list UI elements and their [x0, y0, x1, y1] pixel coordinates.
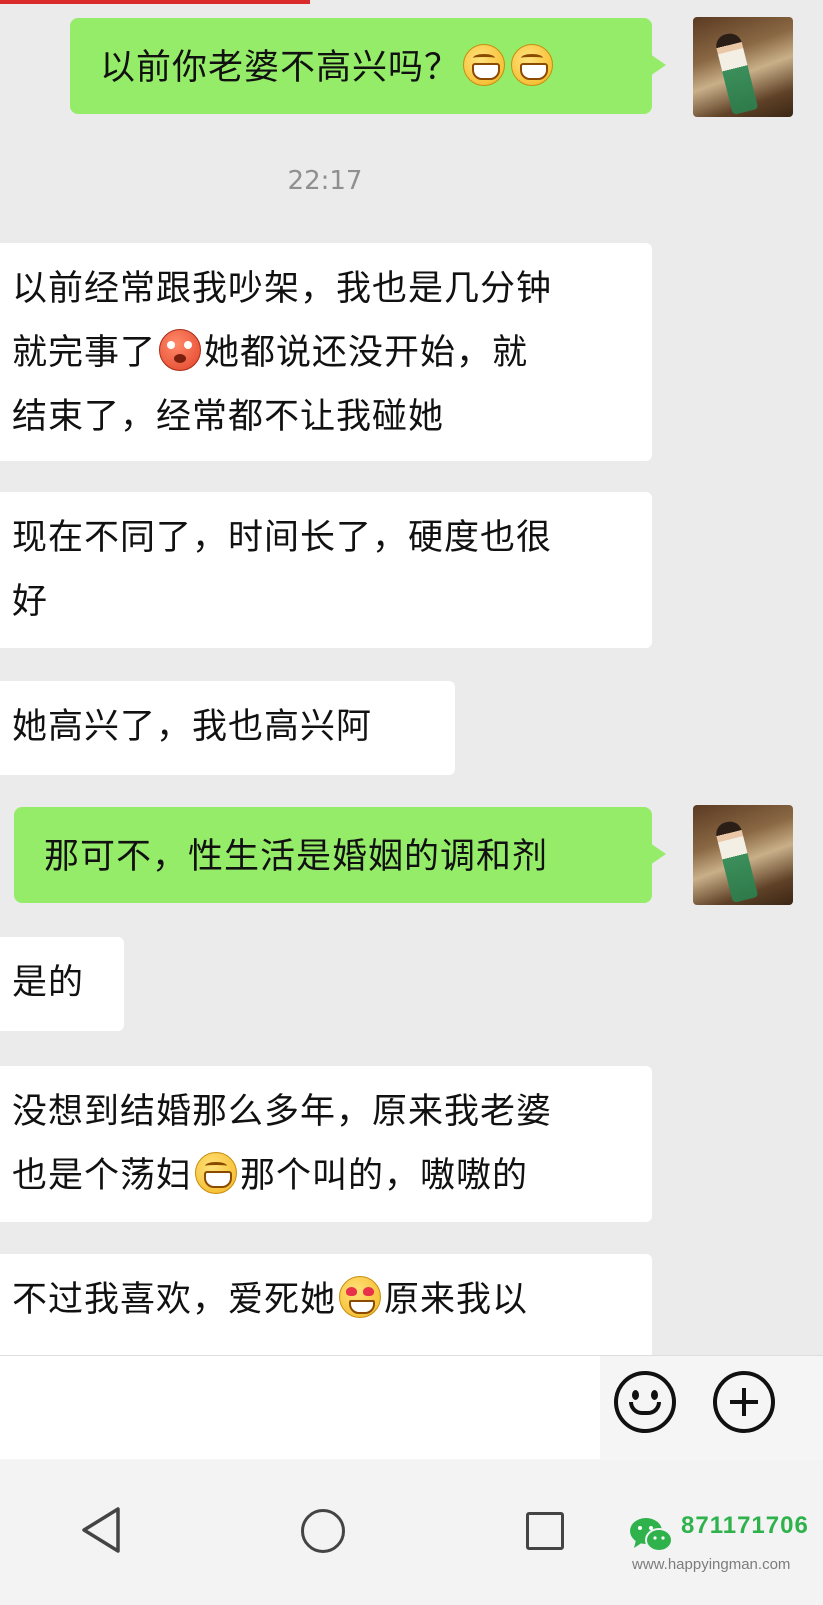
- recent-apps-icon[interactable]: [526, 1512, 564, 1550]
- emoji-button[interactable]: [614, 1371, 676, 1433]
- outgoing-message-5[interactable]: 那可不，性生活是婚姻的调和剂: [14, 807, 666, 903]
- message-line: 结束了，经常都不让我碰她: [12, 397, 445, 437]
- message-text: 那可不，性生活是婚姻的调和剂: [44, 837, 549, 877]
- message-text: 她高兴了，我也高兴阿: [12, 707, 373, 747]
- outgoing-message-1[interactable]: 以前你老婆不高兴吗？: [70, 18, 666, 114]
- message-line: 现在不同了，时间长了，硬度也很: [12, 518, 553, 558]
- message-text: 是的: [12, 963, 85, 1003]
- flushed-face-icon: [159, 329, 202, 371]
- message-line: 她都说还没开始，就: [204, 333, 529, 373]
- incoming-message-6[interactable]: 是的: [0, 937, 124, 1031]
- message-line: 好: [12, 582, 49, 622]
- message-line: 原来我以: [384, 1280, 529, 1320]
- message-line: 那个叫的，嗷嗷的: [240, 1156, 529, 1196]
- chat-area[interactable]: 以前你老婆不高兴吗？ 22:17 以前经常跟我吵架，我也是几分钟 就完事了 她都说…: [0, 0, 823, 1355]
- message-text: 以前你老婆不高兴吗？: [100, 48, 461, 88]
- wechat-logo-icon: [630, 1518, 673, 1552]
- back-icon[interactable]: [80, 1506, 122, 1554]
- system-nav-bar: 871171706 www.happyingman.com: [0, 1460, 823, 1605]
- message-line: 不过我喜欢，爱死她: [12, 1280, 337, 1320]
- incoming-message-3[interactable]: 现在不同了，时间长了，硬度也很 好: [0, 492, 652, 648]
- my-avatar[interactable]: [693, 17, 793, 117]
- grin-icon: [463, 44, 506, 86]
- grin-icon: [195, 1152, 238, 1194]
- incoming-message-2[interactable]: 以前经常跟我吵架，我也是几分钟 就完事了 她都说还没开始，就 结束了，经常都不让我…: [0, 243, 652, 461]
- watermark: 871171706 www.happyingman.com: [626, 1502, 823, 1592]
- incoming-message-8[interactable]: 不过我喜欢，爱死她 原来我以: [0, 1254, 652, 1355]
- watermark-url: www.happyingman.com: [632, 1556, 791, 1573]
- message-timestamp: 22:17: [287, 166, 363, 196]
- more-button[interactable]: [713, 1371, 775, 1433]
- incoming-message-4[interactable]: 她高兴了，我也高兴阿: [0, 681, 455, 775]
- home-icon[interactable]: [301, 1509, 345, 1553]
- message-input[interactable]: [0, 1356, 600, 1459]
- my-avatar[interactable]: [693, 805, 793, 905]
- grin-icon: [511, 44, 554, 86]
- message-line: 以前经常跟我吵架，我也是几分钟: [12, 269, 553, 309]
- message-line: 也是个荡妇: [12, 1156, 193, 1196]
- incoming-message-7[interactable]: 没想到结婚那么多年，原来我老婆 也是个荡妇 那个叫的，嗷嗷的: [0, 1066, 652, 1222]
- message-line: 就完事了: [12, 333, 157, 373]
- heart-eyes-icon: [339, 1276, 382, 1318]
- message-line: 没想到结婚那么多年，原来我老婆: [12, 1092, 553, 1132]
- input-bar: [0, 1355, 823, 1461]
- status-strip: [0, 0, 310, 4]
- watermark-id: 871171706: [681, 1512, 809, 1539]
